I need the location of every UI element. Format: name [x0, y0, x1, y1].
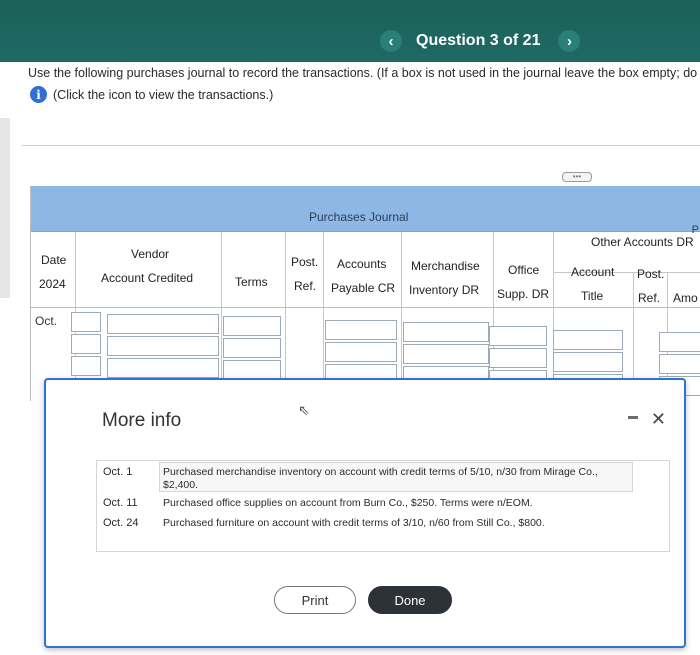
header-payable-cr: Payable CR	[331, 281, 396, 295]
info-icon[interactable]: i	[30, 86, 47, 103]
office-supplies-input[interactable]	[489, 326, 547, 346]
header-date: Date	[41, 253, 67, 267]
transaction-date: Oct. 24	[103, 517, 139, 529]
transaction-description: Purchased office supplies on account fro…	[163, 497, 533, 509]
vendor-input[interactable]	[107, 358, 219, 378]
header-vendor: Vendor	[131, 247, 170, 261]
header-ref-2: Ref.	[638, 291, 661, 305]
previous-question-button[interactable]: ‹	[380, 30, 402, 52]
more-info-modal: More info ⇖ ✕ Oct. 1 Purchased merchandi…	[44, 378, 686, 648]
vendor-input[interactable]	[107, 336, 219, 356]
header-accounts: Accounts	[337, 257, 387, 271]
mouse-cursor-icon: ⇖	[298, 402, 310, 418]
left-scrollbar[interactable]	[0, 118, 10, 298]
next-question-button[interactable]: ›	[558, 30, 581, 52]
header-supp-dr: Supp. DR	[497, 287, 550, 301]
chevron-left-icon: ‹	[388, 32, 394, 50]
minimize-icon[interactable]	[628, 416, 638, 419]
expand-handle[interactable]: •••	[562, 172, 592, 182]
office-supplies-input[interactable]	[489, 348, 547, 368]
terms-input[interactable]	[223, 360, 281, 380]
header-ref: Ref.	[294, 279, 317, 293]
header-account-credited: Account Credited	[101, 271, 194, 285]
header-terms: Terms	[235, 275, 268, 289]
merchandise-inventory-input[interactable]	[403, 322, 489, 342]
header-office: Office	[508, 263, 540, 277]
purchases-journal: Purchases Journal P Date 2024 Vendor Acc…	[30, 186, 700, 401]
accounts-payable-input[interactable]	[325, 320, 397, 340]
instructions-hint: i (Click the icon to view the transactio…	[30, 86, 273, 103]
transaction-description: Purchased merchandise inventory on accou…	[163, 466, 598, 478]
instructions-hint-text: (Click the icon to view the transactions…	[53, 87, 274, 102]
header-account: Account	[571, 265, 615, 279]
month-label: Oct.	[35, 314, 58, 328]
merchandise-inventory-input[interactable]	[403, 344, 489, 364]
header-title: Title	[581, 289, 604, 303]
vendor-input[interactable]	[107, 314, 219, 334]
transaction-date: Oct. 11	[103, 497, 138, 509]
print-button[interactable]: Print	[274, 586, 356, 614]
journal-title: Purchases Journal	[309, 210, 409, 224]
transaction-date: Oct. 1	[103, 466, 133, 478]
header-background	[0, 0, 700, 62]
header-post: Post.	[291, 255, 319, 269]
header-post-2: Post.	[637, 267, 665, 281]
instructions-text: Use the following purchases journal to r…	[28, 66, 700, 80]
close-icon[interactable]: ✕	[651, 410, 666, 428]
modal-title: More info	[102, 410, 182, 431]
done-button[interactable]: Done	[368, 586, 452, 614]
journal-header: Purchases Journal P	[31, 186, 700, 236]
info-glyph: i	[36, 87, 41, 102]
accounts-payable-input[interactable]	[325, 342, 397, 362]
terms-input[interactable]	[223, 338, 281, 358]
account-title-input[interactable]	[553, 352, 623, 372]
day-input[interactable]	[71, 312, 101, 332]
question-navigator: ‹ Question 3 of 21 ›	[380, 30, 581, 52]
header-merchandise: Merchandise	[411, 259, 480, 273]
transactions-list: Oct. 1 Purchased merchandise inventory o…	[96, 460, 670, 552]
amount-input[interactable]	[659, 332, 700, 352]
day-input[interactable]	[71, 334, 101, 354]
header-inventory-dr: Inventory DR	[409, 283, 480, 297]
question-title: Question 3 of 21	[416, 32, 541, 49]
divider	[22, 145, 700, 146]
journal-column-headers: Date 2024 Vendor Account Credited Terms …	[31, 232, 700, 308]
header-other-accounts-dr: Other Accounts DR	[591, 235, 694, 249]
terms-input[interactable]	[223, 316, 281, 336]
transaction-description-cont: $2,400.	[163, 479, 199, 491]
account-title-input[interactable]	[553, 330, 623, 350]
day-input[interactable]	[71, 356, 101, 376]
chevron-right-icon: ›	[566, 32, 572, 50]
header-amount-cut: Amo	[673, 291, 698, 305]
amount-input[interactable]	[659, 354, 700, 374]
header-year: 2024	[39, 277, 66, 291]
transaction-description: Purchased furniture on account with cred…	[163, 517, 545, 529]
